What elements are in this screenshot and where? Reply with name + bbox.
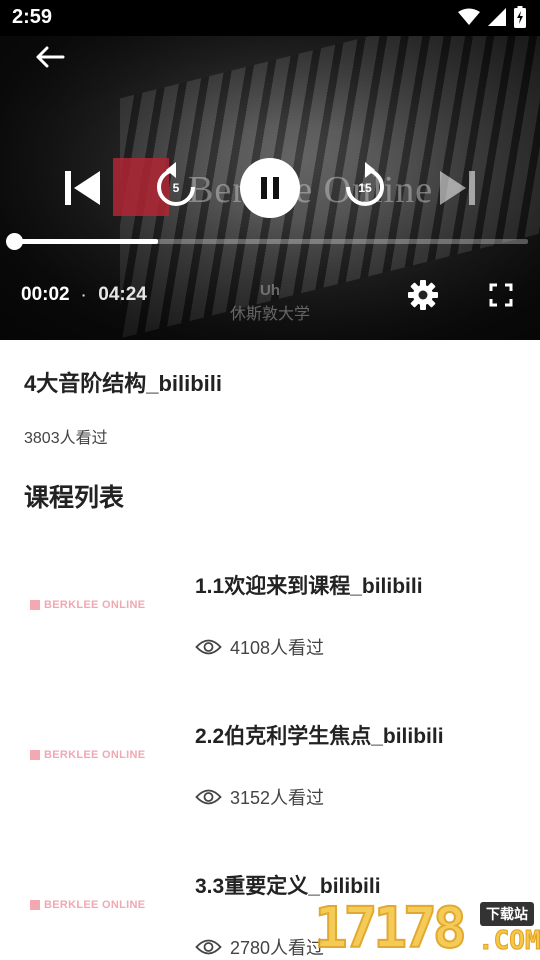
course-item[interactable]: BERKLEE ONLINE 2.2伯克利学生焦点_bilibili 3152人… [0, 680, 540, 830]
forward-button[interactable]: 15 [340, 160, 390, 212]
time-separator: · [81, 287, 87, 303]
seek-bar-buffered [14, 239, 158, 244]
seek-bar-thumb[interactable] [6, 233, 23, 250]
course-view-count: 2780人看过 [195, 934, 324, 960]
pause-icon [261, 177, 279, 199]
course-thumbnail[interactable]: BERKLEE ONLINE [24, 680, 174, 830]
course-view-count: 4108人看过 [195, 634, 324, 660]
status-bar: 2:59 [0, 0, 540, 36]
course-thumbnail[interactable]: BERKLEE ONLINE [24, 530, 174, 680]
status-icons [458, 6, 526, 28]
seek-bar[interactable] [6, 233, 528, 250]
video-logo-text: Berklee Online [188, 169, 434, 211]
course-view-count: 3152人看过 [195, 784, 324, 810]
forward-seconds: 15 [358, 181, 372, 195]
berklee-logo-mark [30, 600, 40, 610]
course-list-heading: 课程列表 [24, 484, 125, 512]
next-button[interactable] [436, 166, 480, 210]
course-item[interactable]: BERKLEE ONLINE 1.1欢迎来到课程_bilibili 4108人看… [0, 530, 540, 680]
time-display: 00:02 · 04:24 [21, 284, 147, 306]
skip-next-icon [440, 171, 475, 205]
watermark-suffix: .COM [478, 926, 540, 957]
fullscreen-icon [489, 283, 513, 307]
current-time: 00:02 [21, 284, 70, 305]
berklee-logo-mark [30, 900, 40, 910]
site-watermark: 17178 下载站 .COM [313, 896, 540, 960]
course-thumbnail[interactable]: BERKLEE ONLINE [24, 830, 174, 960]
course-title[interactable]: 1.1欢迎来到课程_bilibili [195, 570, 423, 600]
eye-icon [195, 938, 222, 956]
battery-icon [514, 6, 526, 28]
video-view-count: 3803人看过 [24, 430, 108, 447]
skip-previous-icon [65, 171, 100, 205]
watermark-digits: 17178 [313, 896, 468, 960]
video-title: 4大音阶结构_bilibili [24, 371, 223, 396]
signal-icon [488, 8, 506, 26]
video-player[interactable]: Berklee Online Uh 休斯敦大学 5 15 00:02 · 04:… [0, 36, 540, 340]
thumbnail-text: BERKLEE ONLINE [44, 599, 146, 611]
total-time: 04:24 [98, 284, 147, 305]
thumbnail-text: BERKLEE ONLINE [44, 749, 146, 761]
rewind-button[interactable]: 5 [151, 160, 201, 212]
gear-icon [408, 280, 438, 310]
eye-icon [195, 638, 222, 656]
settings-button[interactable] [404, 276, 442, 314]
course-views-text: 4108人看过 [230, 638, 325, 658]
pause-button[interactable] [240, 158, 300, 218]
rewind-seconds: 5 [172, 181, 180, 195]
back-button[interactable] [30, 40, 70, 74]
eye-icon [195, 788, 222, 806]
berklee-logo-mark [30, 750, 40, 760]
arrow-left-icon [36, 46, 65, 68]
course-views-text: 3152人看过 [230, 788, 325, 808]
fullscreen-button[interactable] [484, 278, 518, 312]
previous-button[interactable] [60, 166, 104, 210]
thumbnail-text: BERKLEE ONLINE [44, 899, 146, 911]
course-title[interactable]: 2.2伯克利学生焦点_bilibili [195, 720, 444, 750]
wifi-icon [458, 8, 480, 26]
status-time: 2:59 [12, 6, 53, 28]
course-views-text: 2780人看过 [230, 938, 325, 958]
watermark-badge: 下载站 [480, 902, 534, 926]
